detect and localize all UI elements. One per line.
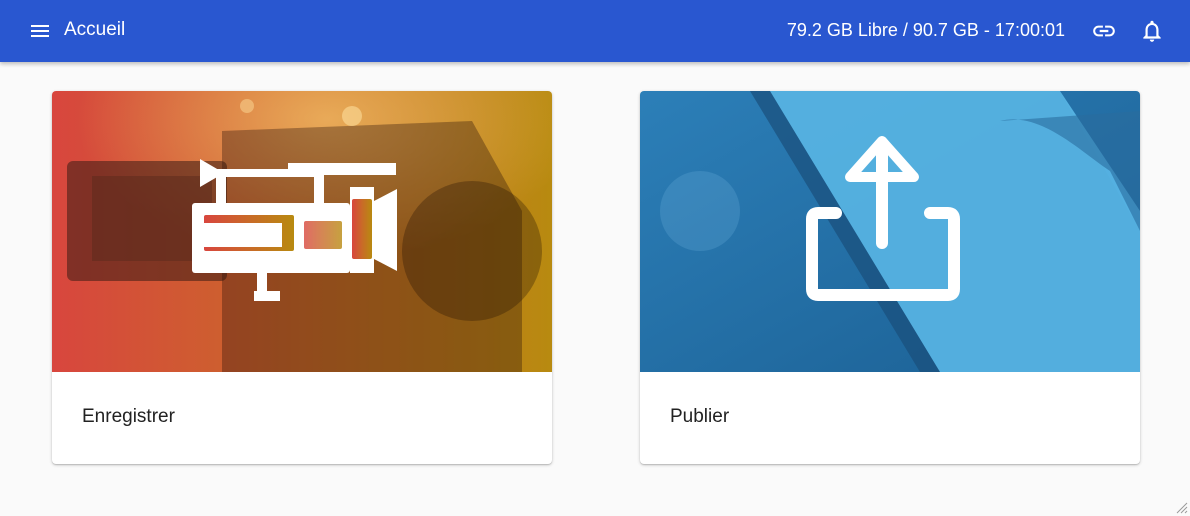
storage-status: 79.2 GB Libre / 90.7 GB - 17:00:01 [786, 20, 1065, 40]
record-card-label: Enregistrer [82, 406, 175, 427]
menu-icon[interactable] [28, 19, 52, 43]
record-card-image [52, 91, 552, 372]
link-icon[interactable] [1091, 18, 1117, 44]
bell-icon[interactable] [1139, 18, 1165, 44]
record-card[interactable]: Enregistrer [52, 91, 552, 464]
page-title: Accueil [64, 19, 126, 40]
publish-card[interactable]: Publier [640, 91, 1140, 464]
resize-grip-icon[interactable] [1176, 502, 1188, 514]
publish-card-image [640, 91, 1140, 372]
top-app-bar: Accueil 79.2 GB Libre / 90.7 GB - 17:00:… [0, 0, 1190, 62]
publish-card-label: Publier [670, 406, 730, 427]
